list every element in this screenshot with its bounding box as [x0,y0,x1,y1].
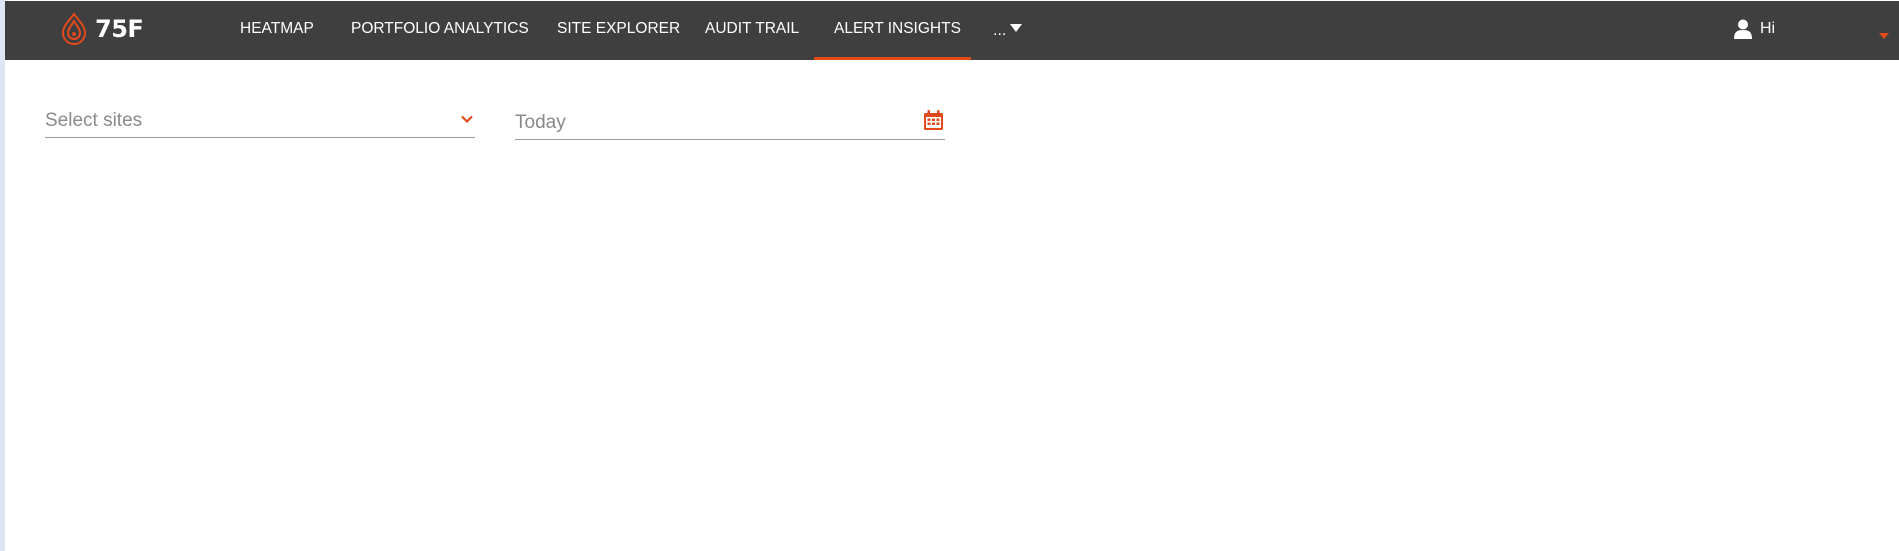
nav-site-explorer[interactable]: SITE EXPLORER [557,1,680,60]
brand-logo[interactable]: 75F [59,11,144,47]
calendar-icon[interactable] [924,110,943,130]
user-dropdown-caret-icon[interactable] [1879,33,1889,39]
chevron-down-icon [461,115,473,124]
more-menu-button[interactable]: ... [993,1,1023,60]
date-picker[interactable]: Today [515,104,945,140]
brand-name: 75F [95,15,144,43]
nav-portfolio-analytics[interactable]: PORTFOLIO ANALYTICS [351,1,529,60]
more-menu-label: ... [993,21,1007,39]
logo-drop-icon [61,12,87,45]
top-navbar: 75F HEATMAP PORTFOLIO ANALYTICS SITE EXP… [5,1,1899,60]
select-sites-placeholder: Select sites [45,110,143,131]
nav-heatmap[interactable]: HEATMAP [240,1,314,60]
user-icon [1734,19,1752,39]
select-sites-dropdown[interactable]: Select sites [45,102,475,138]
date-picker-value: Today [515,112,566,133]
user-greeting: Hi [1760,20,1776,37]
left-edge-strip [0,0,5,551]
user-menu[interactable]: Hi [1734,19,1775,39]
nav-audit-trail[interactable]: AUDIT TRAIL [705,1,799,60]
caret-down-icon [1010,23,1023,32]
nav-alert-insights[interactable]: ALERT INSIGHTS [814,1,971,60]
